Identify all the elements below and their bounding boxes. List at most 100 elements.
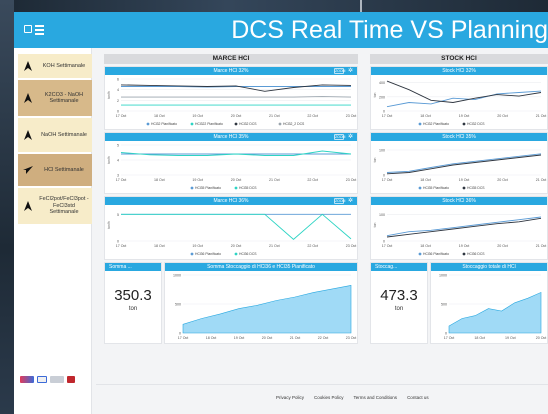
summary-title: Stoccag... xyxy=(371,263,427,271)
y-tick-label: 400 xyxy=(379,81,385,85)
x-tick-label: 23 Oct xyxy=(346,244,357,248)
legend-swatch xyxy=(190,186,194,190)
x-tick-label: 17 Oct xyxy=(116,244,127,248)
partner-logo xyxy=(37,376,47,383)
legend-swatch xyxy=(418,186,422,190)
y-axis-label: ton/h xyxy=(107,221,111,229)
x-tick-label: 21 Oct xyxy=(269,178,280,182)
chart-title: Stock HCl 35% xyxy=(442,134,476,140)
chart-svg: 0 5 ton/h 17 Oct 18 Oct 19 Oct 20 Oct 21 Oct 22 … xyxy=(107,213,357,256)
legend-label: HCl32 DCS xyxy=(239,122,257,126)
chart-panel-stoccaggio: Stoccaggio totale di HCl 0 500 1000 17 Oct 1… xyxy=(430,262,548,344)
zoom-button[interactable]: ZOOM xyxy=(333,134,345,140)
x-tick-label: 18 Oct xyxy=(474,336,485,340)
x-tick-label: 17 Oct xyxy=(116,114,127,118)
footer-link-privacy[interactable]: Privacy Policy xyxy=(276,395,304,400)
chart-svg: 0 500 1000 17 Oct 18 Oct 19 Oct 20 Oct 21 Oct 22… xyxy=(173,274,357,341)
y-tick-label: 5 xyxy=(117,213,119,217)
chart-panel-header: Stock HCl 35% xyxy=(371,133,547,141)
footer-link-contact[interactable]: Contact us xyxy=(407,395,429,400)
sidebar-item-fecl[interactable]: FeCl2pot/FeCl3pot - FeCl3std Settimanale xyxy=(18,188,92,224)
series-line xyxy=(121,86,351,88)
background-top-strip xyxy=(14,0,548,12)
partner-logo xyxy=(50,376,64,383)
series-line xyxy=(386,153,542,173)
sidebar-item-k2co3-naoh[interactable]: K2CO3 - NaOH Settimanale xyxy=(18,80,92,116)
x-tick-label: 20 Oct xyxy=(497,178,508,182)
chart-panel-header: Marce HCl 32% ZOOM ✲ xyxy=(105,67,357,75)
zoom-button[interactable]: ZOOM xyxy=(333,68,345,74)
series-line xyxy=(386,217,542,238)
y-tick-label: 500 xyxy=(175,303,181,307)
legend-label: HCl32 Pianificato xyxy=(423,122,449,126)
x-tick-label: 22 Oct xyxy=(307,244,318,248)
y-tick-label: 6 xyxy=(117,78,119,82)
x-tick-label: 19 Oct xyxy=(234,336,245,340)
x-tick-label: 17 Oct xyxy=(382,114,393,118)
sidebar-item-label: HCl Settimanale xyxy=(44,166,84,173)
y-axis-label: ton xyxy=(373,158,377,163)
legend-swatch xyxy=(462,122,466,126)
app-header: DCS Real Time VS Planning xyxy=(14,12,548,48)
chart-title: Stock HCl 36% xyxy=(442,198,476,204)
legend-label: HCl32 Pianificato xyxy=(151,122,177,126)
y-tick-label: 2 xyxy=(117,99,119,103)
x-tick-label: 22 Oct xyxy=(318,336,329,340)
summary-unit: ton xyxy=(128,306,138,312)
x-tick-label: 19 Oct xyxy=(459,178,470,182)
x-tick-label: 21 Oct xyxy=(536,114,547,118)
legend-label: HCl36 Pianificato xyxy=(423,252,449,256)
zoom-button[interactable]: ZOOM xyxy=(333,198,345,204)
legend-label: HCl35 DCS xyxy=(467,186,485,190)
series-area xyxy=(448,291,542,334)
chart-panel-header: Stoccaggio totale di HCl xyxy=(431,263,547,271)
gear-icon[interactable]: ✲ xyxy=(348,198,353,204)
y-tick-label: 0 xyxy=(117,110,119,114)
x-tick-label: 18 Oct xyxy=(206,336,217,340)
chart-title: Marce HCl 32% xyxy=(213,68,249,74)
chart-title: Somma Stoccaggio di HCl36 e HCl35 Pianif… xyxy=(207,264,315,270)
legend-swatch xyxy=(234,252,238,256)
sidebar-item-hcl[interactable]: HCl Settimanale xyxy=(18,154,92,186)
chart-panel-marce-35: Marce HCl 35% ZOOM ✲ 3 4 5 ton/h 17 Oct 18 Oct… xyxy=(104,132,358,194)
chart-svg: 0 100 ton 17 Oct 18 Oct 19 Oct 20 Oct 21 Oct HCl… xyxy=(373,149,546,191)
gear-icon[interactable]: ✲ xyxy=(348,134,353,140)
chart-panel-somma: Somma Stoccaggio di HCl36 e HCl35 Pianif… xyxy=(164,262,358,344)
chart-panel-header: Marce HCl 35% ZOOM ✲ xyxy=(105,133,357,141)
x-tick-label: 18 Oct xyxy=(420,114,431,118)
x-tick-label: 19 Oct xyxy=(459,114,470,118)
x-tick-label: 20 Oct xyxy=(536,336,547,340)
x-tick-label: 21 Oct xyxy=(269,244,280,248)
y-tick-label: 3 xyxy=(117,174,119,178)
navigation-arrow-icon xyxy=(18,154,38,186)
chart-panel-stock-36: Stock HCl 36% 0 100 ton 17 Oct 18 Oct 19 Oct 2… xyxy=(370,196,548,260)
x-tick-label: 19 Oct xyxy=(459,244,470,248)
legend-label: HCl36 DCS xyxy=(467,252,485,256)
footer-link-terms[interactable]: Terms and Conditions xyxy=(354,395,398,400)
x-tick-label: 21 Oct xyxy=(536,244,547,248)
sidebar-item-label: NaOH Settimanale xyxy=(41,131,87,138)
partner-logos xyxy=(20,376,75,383)
x-tick-label: 23 Oct xyxy=(346,336,357,340)
x-tick-label: 17 Oct xyxy=(382,178,393,182)
series-line xyxy=(121,213,352,240)
legend-swatch xyxy=(462,252,466,256)
chart-panel-header: Marce HCl 36% ZOOM ✲ xyxy=(105,197,357,205)
summary-value: 473.3 xyxy=(380,287,418,304)
chart-panel-stock-32: Stock HCl 32% 0 200 400 ton 17 Oct 18 Oct 19 O… xyxy=(370,66,548,130)
footer-link-cookies[interactable]: Cookies Policy xyxy=(314,395,344,400)
navigation-arrow-icon xyxy=(18,80,38,116)
series-line xyxy=(120,84,352,92)
legend-label: HCl36 Pianificato xyxy=(195,252,221,256)
sidebar-item-naoh[interactable]: NaOH Settimanale xyxy=(18,118,92,152)
y-tick-label: 1000 xyxy=(439,274,447,278)
sidebar-item-koh[interactable]: KOH Settimanale xyxy=(18,54,92,78)
legend-swatch xyxy=(418,252,422,256)
menu-line-glyph xyxy=(35,33,44,35)
chart-panel-header: Somma Stoccaggio di HCl36 e HCl35 Pianif… xyxy=(165,263,357,271)
menu-icon[interactable] xyxy=(24,24,46,36)
x-tick-label: 22 Oct xyxy=(307,114,318,118)
x-tick-label: 23 Oct xyxy=(346,178,357,182)
gear-icon[interactable]: ✲ xyxy=(348,68,353,74)
sidebar: KOH Settimanale K2CO3 - NaOH Settimanale… xyxy=(14,48,92,414)
